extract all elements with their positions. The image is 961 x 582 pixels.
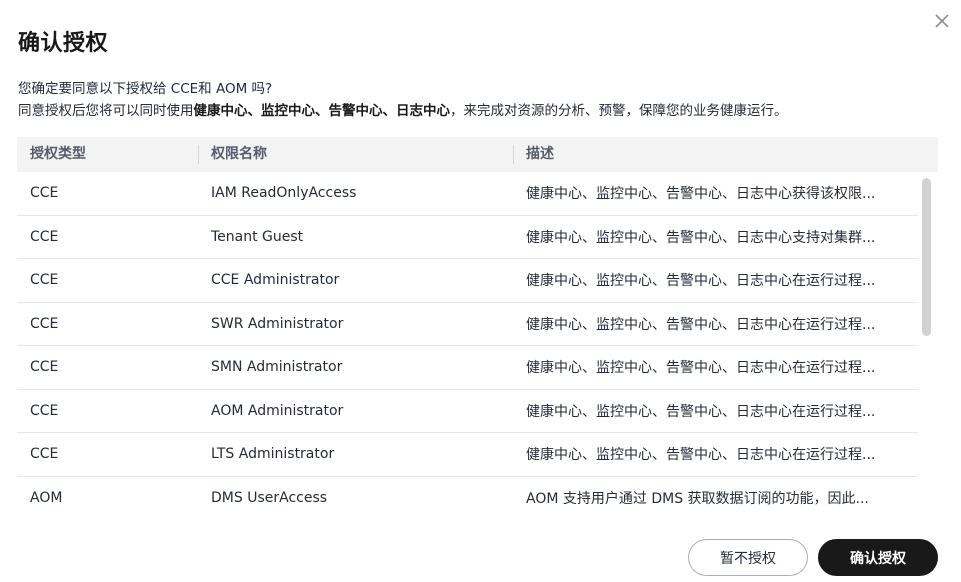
cell-auth-type: CCE — [30, 315, 59, 332]
cell-auth-type: CCE — [30, 446, 59, 463]
cell-auth-type: AOM — [30, 489, 63, 505]
close-icon[interactable] — [932, 11, 952, 31]
description-prefix: 同意授权后您将可以同时使用 — [18, 103, 194, 119]
table-row: CCE LTS Administrator 健康中心、监控中心、告警中心、日志中… — [17, 433, 918, 477]
description-line-2: 同意授权后您将可以同时使用健康中心、监控中心、告警中心、日志中心，来完成对资源的… — [18, 100, 788, 122]
table-row: CCE Tenant Guest 健康中心、监控中心、告警中心、日志中心支持对集… — [17, 216, 918, 259]
dialog-title: 确认授权 — [18, 31, 109, 56]
header-description: 描述 — [513, 137, 918, 172]
permissions-table: 授权类型 权限名称 描述 CCE IAM ReadOnlyAccess 健康中心… — [17, 137, 938, 505]
table-row: AOM DMS UserAccess AOM 支持用户通过 DMS 获取数据订阅… — [17, 477, 918, 505]
table-row: CCE AOM Administrator 健康中心、监控中心、告警中心、日志中… — [17, 390, 918, 433]
cell-description: 健康中心、监控中心、告警中心、日志中心获得该权限... — [526, 186, 876, 203]
cell-description: 健康中心、监控中心、告警中心、日志中心支持对集群... — [526, 229, 876, 246]
dialog-description: 您确定要同意以下授权给 CCE和 AOM 吗? 同意授权后您将可以同时使用健康中… — [18, 78, 788, 122]
cell-permission-name: AOM Administrator — [211, 402, 344, 419]
cell-auth-type: CCE — [30, 402, 59, 419]
table-body: CCE IAM ReadOnlyAccess 健康中心、监控中心、告警中心、日志… — [17, 172, 918, 505]
decline-authorization-button[interactable]: 暂不授权 — [688, 539, 808, 576]
confirm-authorization-button[interactable]: 确认授权 — [818, 539, 938, 576]
cell-permission-name: CCE Administrator — [211, 272, 340, 289]
authorization-dialog: 确认授权 您确定要同意以下授权给 CCE和 AOM 吗? 同意授权后您将可以同时… — [0, 0, 961, 582]
header-permission-name: 权限名称 — [198, 137, 513, 172]
cell-permission-name: DMS UserAccess — [211, 489, 328, 505]
cell-permission-name: SWR Administrator — [211, 315, 344, 332]
description-line-1: 您确定要同意以下授权给 CCE和 AOM 吗? — [18, 81, 273, 97]
table-scrollbar[interactable] — [922, 178, 931, 336]
cell-description: 健康中心、监控中心、告警中心、日志中心在运行过程... — [526, 316, 876, 333]
table-row: CCE SMN Administrator 健康中心、监控中心、告警中心、日志中… — [17, 346, 918, 390]
cell-permission-name: IAM ReadOnlyAccess — [211, 185, 357, 202]
header-auth-type: 授权类型 — [30, 146, 86, 162]
cell-auth-type: CCE — [30, 359, 59, 376]
cell-description: 健康中心、监控中心、告警中心、日志中心在运行过程... — [526, 360, 876, 377]
cell-description: 健康中心、监控中心、告警中心、日志中心在运行过程... — [526, 447, 876, 464]
cell-description: 健康中心、监控中心、告警中心、日志中心在运行过程... — [526, 273, 876, 290]
table-header: 授权类型 权限名称 描述 — [17, 137, 938, 172]
description-services: 健康中心、监控中心、告警中心、日志中心 — [193, 103, 451, 119]
cell-auth-type: CCE — [30, 272, 59, 289]
table-row: CCE IAM ReadOnlyAccess 健康中心、监控中心、告警中心、日志… — [17, 172, 918, 216]
description-suffix: ，来完成对资源的分析、预警，保障您的业务健康运行。 — [450, 103, 788, 119]
cell-permission-name: SMN Administrator — [211, 359, 343, 376]
cell-description: 健康中心、监控中心、告警中心、日志中心在运行过程... — [526, 403, 876, 420]
cell-permission-name: Tenant Guest — [211, 228, 304, 245]
table-row: CCE SWR Administrator 健康中心、监控中心、告警中心、日志中… — [17, 303, 918, 346]
cell-auth-type: CCE — [30, 228, 59, 245]
cell-description: AOM 支持用户通过 DMS 获取数据订阅的功能，因此... — [526, 490, 869, 505]
table-row: CCE CCE Administrator 健康中心、监控中心、告警中心、日志中… — [17, 259, 918, 303]
cell-auth-type: CCE — [30, 185, 59, 202]
cell-permission-name: LTS Administrator — [211, 446, 335, 463]
